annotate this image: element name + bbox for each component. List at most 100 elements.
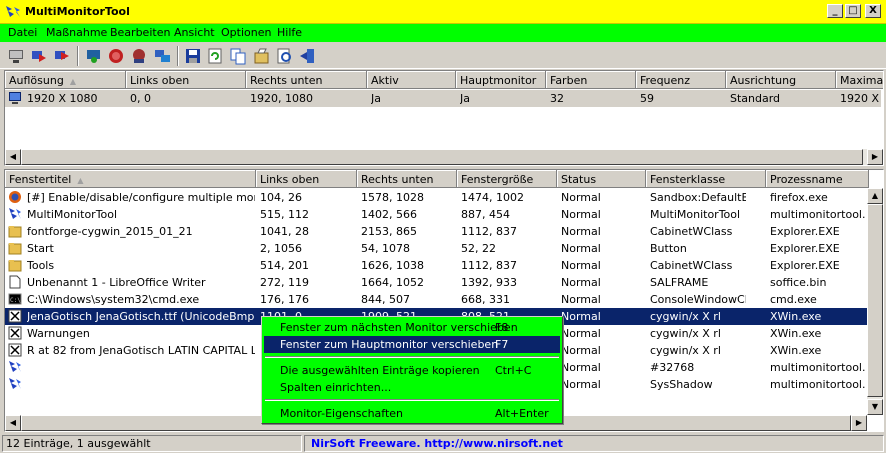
menu-item-copy-selected[interactable]: Die ausgewählten Einträge kopieren Ctrl+…: [264, 362, 560, 379]
scroll-thumb[interactable]: [867, 204, 883, 397]
column-header-links-oben[interactable]: Links oben: [256, 170, 357, 188]
menu-item-choose-columns[interactable]: Spalten einrichten...: [264, 379, 560, 396]
scroll-left-icon[interactable]: ◀: [5, 415, 21, 431]
column-header-farben[interactable]: Farben: [546, 71, 636, 89]
monitor-row-icon: [9, 92, 21, 104]
column-header-rechts-unten[interactable]: Rechts unten: [357, 170, 457, 188]
monitor-row[interactable]: 1920 X 1080 0, 0 1920, 1080 Ja Ja 32 59 …: [5, 90, 883, 107]
cell-fenstergroesse: 1112, 837: [461, 225, 517, 238]
toolbar-separator: [177, 46, 179, 66]
column-header-ausrichtung[interactable]: Ausrichtung: [726, 71, 836, 89]
window-title: MultiMonitorTool: [25, 5, 130, 18]
cell-rechts-unten: 1626, 1038: [361, 259, 424, 272]
menu-hilfe[interactable]: Hilfe: [277, 26, 302, 39]
monitor-icon[interactable]: [6, 46, 26, 66]
title-bar[interactable]: MultiMonitorTool _ □ X: [0, 0, 886, 24]
monitor-list[interactable]: Auflösung ▲ Links oben Rechts unten Aktiv…: [4, 70, 884, 166]
cell-prozessname: cmd.exe: [770, 293, 817, 306]
copy-icon[interactable]: [228, 46, 248, 66]
enable-monitor-icon[interactable]: [52, 46, 72, 66]
move-window-icon[interactable]: [152, 46, 172, 66]
toolbar: [0, 42, 886, 69]
column-header-fenstergroesse[interactable]: Fenstergröße: [457, 170, 557, 188]
window-row[interactable]: fontforge-cygwin_2015_01_21 1041, 28 2153,…: [5, 223, 867, 240]
window-row[interactable]: MultiMonitorTool 515, 112 1402, 566 887, 45…: [5, 206, 867, 223]
column-header-fenstertitel[interactable]: Fenstertitel ▲: [5, 170, 256, 188]
cell-links-oben: 2, 1056: [260, 242, 302, 255]
turn-off-icon[interactable]: [106, 46, 126, 66]
menu-item-shortcut: Ctrl+C: [495, 364, 532, 377]
document-icon: [9, 275, 21, 289]
column-header-aufloesung[interactable]: Auflösung ▲: [5, 71, 126, 89]
cell-rechts-unten: 1402, 566: [361, 208, 417, 221]
cell-hauptmonitor: Ja: [460, 92, 470, 105]
maximize-button[interactable]: □: [845, 4, 861, 18]
column-header-hauptmonitor[interactable]: Hauptmonitor: [456, 71, 546, 89]
menu-item-label: Spalten einrichten...: [280, 381, 392, 394]
monitor-list-hscrollbar[interactable]: ◀ ▶: [5, 149, 883, 165]
scroll-up-icon[interactable]: ▲: [867, 188, 883, 204]
column-header-fensterklasse[interactable]: Fensterklasse: [646, 170, 766, 188]
window-row[interactable]: Start 2, 1056 54, 1078 52, 22 Normal Button Ex…: [5, 240, 867, 257]
close-button[interactable]: X: [865, 4, 881, 18]
cell-prozessname: multimonitortool.exe: [770, 361, 866, 374]
window-list-vscrollbar[interactable]: ▲ ▼: [867, 188, 883, 415]
save-icon[interactable]: [183, 46, 203, 66]
folder-icon: [8, 226, 22, 238]
exit-icon[interactable]: [298, 46, 318, 66]
cell-prozessname: XWin.exe: [770, 327, 822, 340]
window-row[interactable]: Unbenannt 1 - LibreOffice Writer 272, 119…: [5, 274, 867, 291]
cell-fenstertitel: fontforge-cygwin_2015_01_21: [27, 225, 193, 238]
cell-aktiv: Ja: [371, 92, 381, 105]
menu-bar: Datei Maßnahme Bearbeiten Ansicht Option…: [0, 24, 886, 42]
menu-massnahme[interactable]: Maßnahme: [46, 26, 107, 39]
menu-item-monitor-properties[interactable]: Monitor-Eigenschaften Alt+Enter: [264, 405, 560, 422]
disable-monitor-icon[interactable]: [29, 46, 49, 66]
scroll-right-icon[interactable]: ▶: [851, 415, 867, 431]
menu-bearbeiten[interactable]: Bearbeiten: [110, 26, 170, 39]
window-row[interactable]: C:\ C:\Windows\system32\cmd.exe 176, 176 84…: [5, 291, 867, 308]
window-row[interactable]: [#] Enable/disable/configure multiple mo…: [5, 189, 867, 206]
scroll-right-icon[interactable]: ▶: [867, 149, 883, 165]
switch-icon[interactable]: [129, 46, 149, 66]
cell-ausrichtung: Standard: [730, 92, 781, 105]
properties-icon[interactable]: [252, 46, 272, 66]
cell-prozessname: multimonitortool.exe: [770, 208, 866, 221]
minimize-button[interactable]: _: [827, 4, 843, 18]
cell-frequenz: 59: [640, 92, 654, 105]
menu-item-move-primary-monitor[interactable]: Fenster zum Hauptmonitor verschieben F7: [264, 336, 560, 353]
cell-status: Normal: [561, 378, 601, 391]
status-bar: 12 Einträge, 1 ausgewählt NirSoft Freewa…: [0, 433, 886, 453]
menu-datei[interactable]: Datei: [8, 26, 37, 39]
cell-fensterklasse: CabinetWClass: [650, 259, 733, 272]
cell-maximale: 1920 X 1: [840, 92, 883, 105]
svg-text:C:\: C:\: [10, 297, 21, 304]
scroll-left-icon[interactable]: ◀: [5, 149, 21, 165]
window-row[interactable]: Tools 514, 201 1626, 1038 1112, 837 Normal Ca…: [5, 257, 867, 274]
primary-monitor-icon[interactable]: [84, 46, 104, 66]
scroll-down-icon[interactable]: ▼: [867, 399, 883, 415]
x-app-icon: [8, 326, 22, 340]
multimonitortool-icon: [9, 361, 21, 372]
cell-status: Normal: [561, 242, 601, 255]
column-header-links-oben[interactable]: Links oben: [126, 71, 246, 89]
column-header-frequenz[interactable]: Frequenz: [636, 71, 726, 89]
cmd-icon: C:\: [8, 293, 22, 305]
column-header-aktiv[interactable]: Aktiv: [367, 71, 456, 89]
find-icon[interactable]: [275, 46, 295, 66]
column-header-maximale[interactable]: Maximale: [836, 71, 883, 89]
menu-item-move-next-monitor[interactable]: Fenster zum nächsten Monitor verschieben…: [264, 319, 560, 336]
nirsoft-link[interactable]: NirSoft Freeware. http://www.nirsoft.net: [304, 435, 884, 452]
menu-ansicht[interactable]: Ansicht: [174, 26, 215, 39]
refresh-icon[interactable]: [205, 46, 225, 66]
column-header-rechts-unten[interactable]: Rechts unten: [246, 71, 367, 89]
folder-icon: [8, 243, 22, 255]
scroll-thumb[interactable]: [21, 149, 863, 165]
menu-item-label: Fenster zum Hauptmonitor verschieben: [280, 338, 499, 351]
cell-fensterklasse: cygwin/x X rl: [650, 310, 721, 323]
column-header-status[interactable]: Status: [557, 170, 646, 188]
cell-status: Normal: [561, 208, 601, 221]
cell-fenstertitel: Warnungen: [27, 327, 90, 340]
menu-optionen[interactable]: Optionen: [221, 26, 271, 39]
column-header-prozessname[interactable]: Prozessname: [766, 170, 869, 188]
